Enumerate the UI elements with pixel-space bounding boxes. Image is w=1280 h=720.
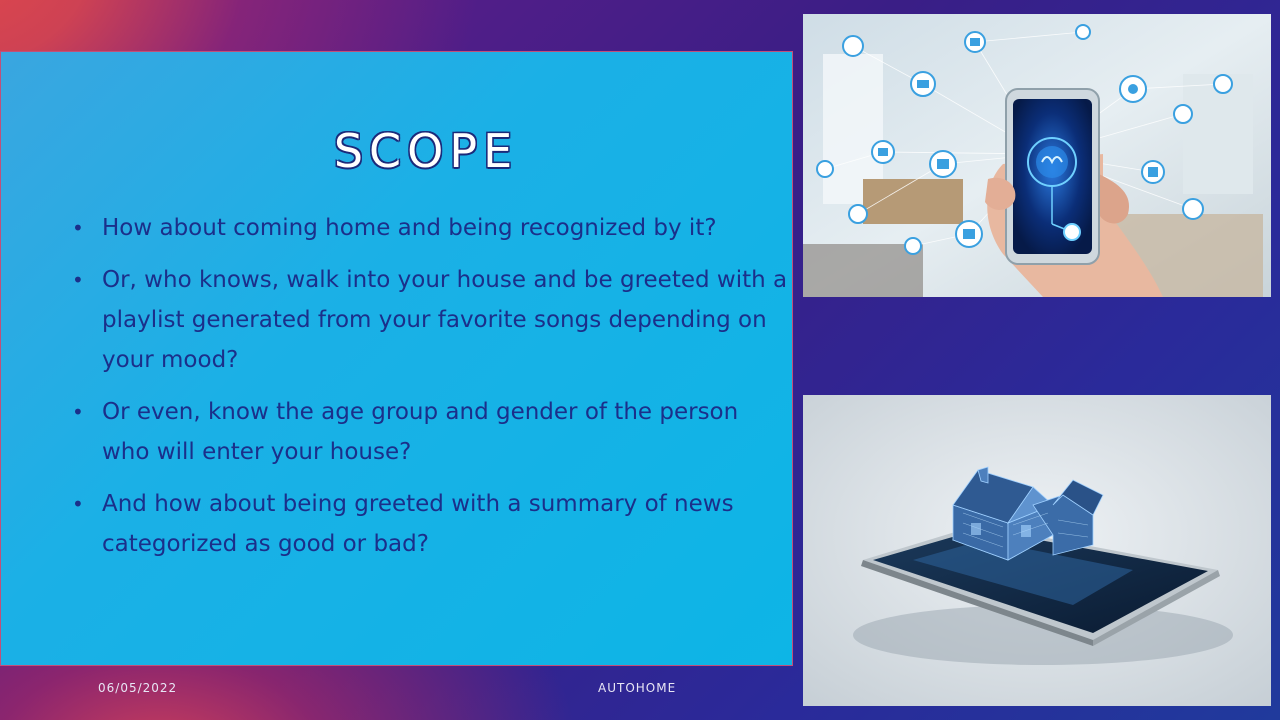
bullet-icon: •: [72, 400, 84, 424]
bullet-item: • Or, who knows, walk into your house and…: [70, 260, 790, 380]
bullet-text: Or, who knows, walk into your house and …: [102, 267, 788, 373]
house-on-tablet-image: [803, 395, 1271, 706]
footer-name: AUTOHOME: [598, 681, 677, 695]
bullet-text: How about coming home and being recogniz…: [102, 215, 717, 241]
footer-date: 06/05/2022: [98, 681, 178, 695]
bullet-text: Or even, know the age group and gender o…: [102, 399, 739, 465]
bullet-icon: •: [72, 492, 84, 516]
bullet-text: And how about being greeted with a summa…: [102, 491, 734, 557]
smart-home-network-image: [803, 14, 1271, 297]
bullet-list: • How about coming home and being recogni…: [70, 208, 790, 576]
bullet-icon: •: [72, 216, 84, 240]
slide-title: SCOPE: [333, 124, 519, 178]
bullet-icon: •: [72, 268, 84, 292]
bullet-item: • How about coming home and being recogni…: [70, 208, 790, 248]
bullet-item: • And how about being greeted with a summ…: [70, 484, 790, 564]
bullet-item: • Or even, know the age group and gender …: [70, 392, 790, 472]
